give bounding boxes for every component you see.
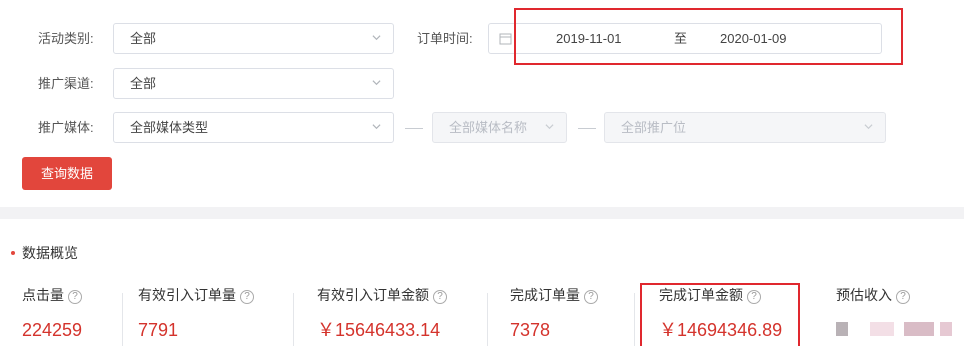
metric-valid-orders: 有效引入订单量? 7791 — [138, 285, 254, 342]
media-label: 推广媒体: — [38, 120, 94, 135]
metric-value: 7791 — [138, 320, 179, 340]
metric-estimated-income: 预估收入? — [836, 285, 910, 318]
section-bullet-icon — [11, 251, 15, 255]
calendar-icon — [499, 32, 512, 45]
metric-value: ￥15646433.14 — [317, 320, 441, 340]
metric-label: 有效引入订单量 — [138, 287, 236, 303]
order-time-label: 订单时间: — [417, 31, 473, 46]
media-name-value: 全部媒体名称 — [449, 120, 528, 135]
date-highlight-box — [514, 8, 903, 65]
media-position-value: 全部推广位 — [621, 120, 687, 135]
overview-title: 数据概览 — [22, 245, 78, 261]
media-name-select[interactable]: 全部媒体名称 — [432, 112, 567, 143]
query-data-button[interactable]: 查询数据 — [22, 157, 112, 190]
channel-value: 全部 — [130, 76, 157, 91]
chevron-down-icon — [372, 78, 381, 87]
metric-clicks: 点击量? 224259 — [22, 285, 82, 342]
separator-dash — [405, 128, 423, 129]
media-position-select[interactable]: 全部推广位 — [604, 112, 886, 143]
chevron-down-icon — [864, 122, 873, 131]
metric-label: 完成订单量 — [510, 287, 580, 303]
media-type-value: 全部媒体类型 — [130, 120, 209, 135]
metric-value: 7378 — [510, 320, 551, 340]
metric-value: 224259 — [22, 320, 83, 340]
blurred-income-value — [836, 322, 952, 336]
chevron-down-icon — [372, 33, 381, 42]
metric-label: 预估收入 — [836, 287, 892, 303]
separator-dash — [578, 128, 596, 129]
metric-divider — [634, 293, 635, 346]
help-icon[interactable]: ? — [68, 290, 82, 304]
metric-divider — [293, 293, 294, 346]
metric-label: 点击量 — [22, 287, 64, 303]
section-divider — [0, 207, 964, 219]
channel-select[interactable]: 全部 — [113, 68, 394, 99]
help-icon[interactable]: ? — [584, 290, 598, 304]
chevron-down-icon — [372, 122, 381, 131]
metric-divider — [487, 293, 488, 346]
chevron-down-icon — [545, 122, 554, 131]
metric-divider — [122, 293, 123, 346]
help-icon[interactable]: ? — [896, 290, 910, 304]
media-type-select[interactable]: 全部媒体类型 — [113, 112, 394, 143]
activity-type-label: 活动类别: — [38, 31, 94, 46]
amount-highlight-box — [640, 283, 800, 346]
filter-panel: 活动类别: 全部 订单时间: 2019-11-01 至 2020-01-09 推… — [0, 0, 964, 207]
activity-type-value: 全部 — [130, 31, 157, 46]
help-icon[interactable]: ? — [240, 290, 254, 304]
help-icon[interactable]: ? — [433, 290, 447, 304]
metric-valid-order-amount: 有效引入订单金额? ￥15646433.14 — [317, 285, 447, 342]
channel-label: 推广渠道: — [38, 76, 94, 91]
activity-type-select[interactable]: 全部 — [113, 23, 394, 54]
metric-label: 有效引入订单金额 — [317, 287, 429, 303]
metric-completed-orders: 完成订单量? 7378 — [510, 285, 598, 342]
